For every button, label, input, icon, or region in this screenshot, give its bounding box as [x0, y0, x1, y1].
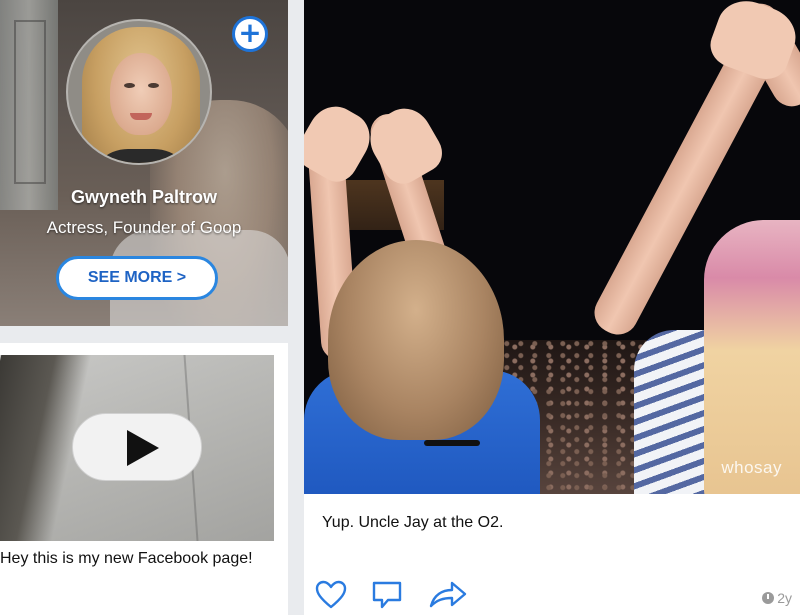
profile-name[interactable]: Gwyneth Paltrow — [0, 187, 288, 208]
post-actions — [314, 578, 794, 612]
avatar[interactable] — [66, 19, 212, 165]
watermark: whosay — [721, 458, 782, 477]
share-button[interactable] — [428, 578, 467, 612]
play-icon — [127, 430, 159, 466]
speech-bubble-icon — [372, 581, 402, 609]
share-arrow-icon — [429, 581, 467, 608]
plus-circle-icon: + — [238, 16, 262, 49]
post-timestamp: 2y — [762, 590, 792, 606]
video-caption: Hey this is my new Facebook page! — [0, 550, 253, 567]
photo-post-card: whosay Yup. Uncle Jay at the O2. 2y — [304, 0, 800, 615]
post-photo[interactable]: whosay — [304, 0, 800, 494]
background-photo — [0, 0, 58, 210]
play-button[interactable] — [72, 413, 202, 481]
clock-icon — [762, 592, 775, 604]
profile-title: Actress, Founder of Goop — [46, 218, 242, 237]
heart-icon — [315, 580, 347, 609]
profile-card: + Gwyneth Paltrow Actress, Founder of Go… — [0, 0, 288, 326]
post-caption: Yup. Uncle Jay at the O2. — [322, 514, 504, 531]
follow-button[interactable]: + — [232, 16, 268, 52]
like-button[interactable] — [314, 578, 348, 612]
video-post-card: Hey this is my new Facebook page! — [0, 343, 288, 615]
comment-button[interactable] — [370, 578, 404, 612]
video-thumbnail[interactable] — [0, 355, 274, 541]
see-more-button[interactable]: SEE MORE > — [56, 256, 218, 300]
